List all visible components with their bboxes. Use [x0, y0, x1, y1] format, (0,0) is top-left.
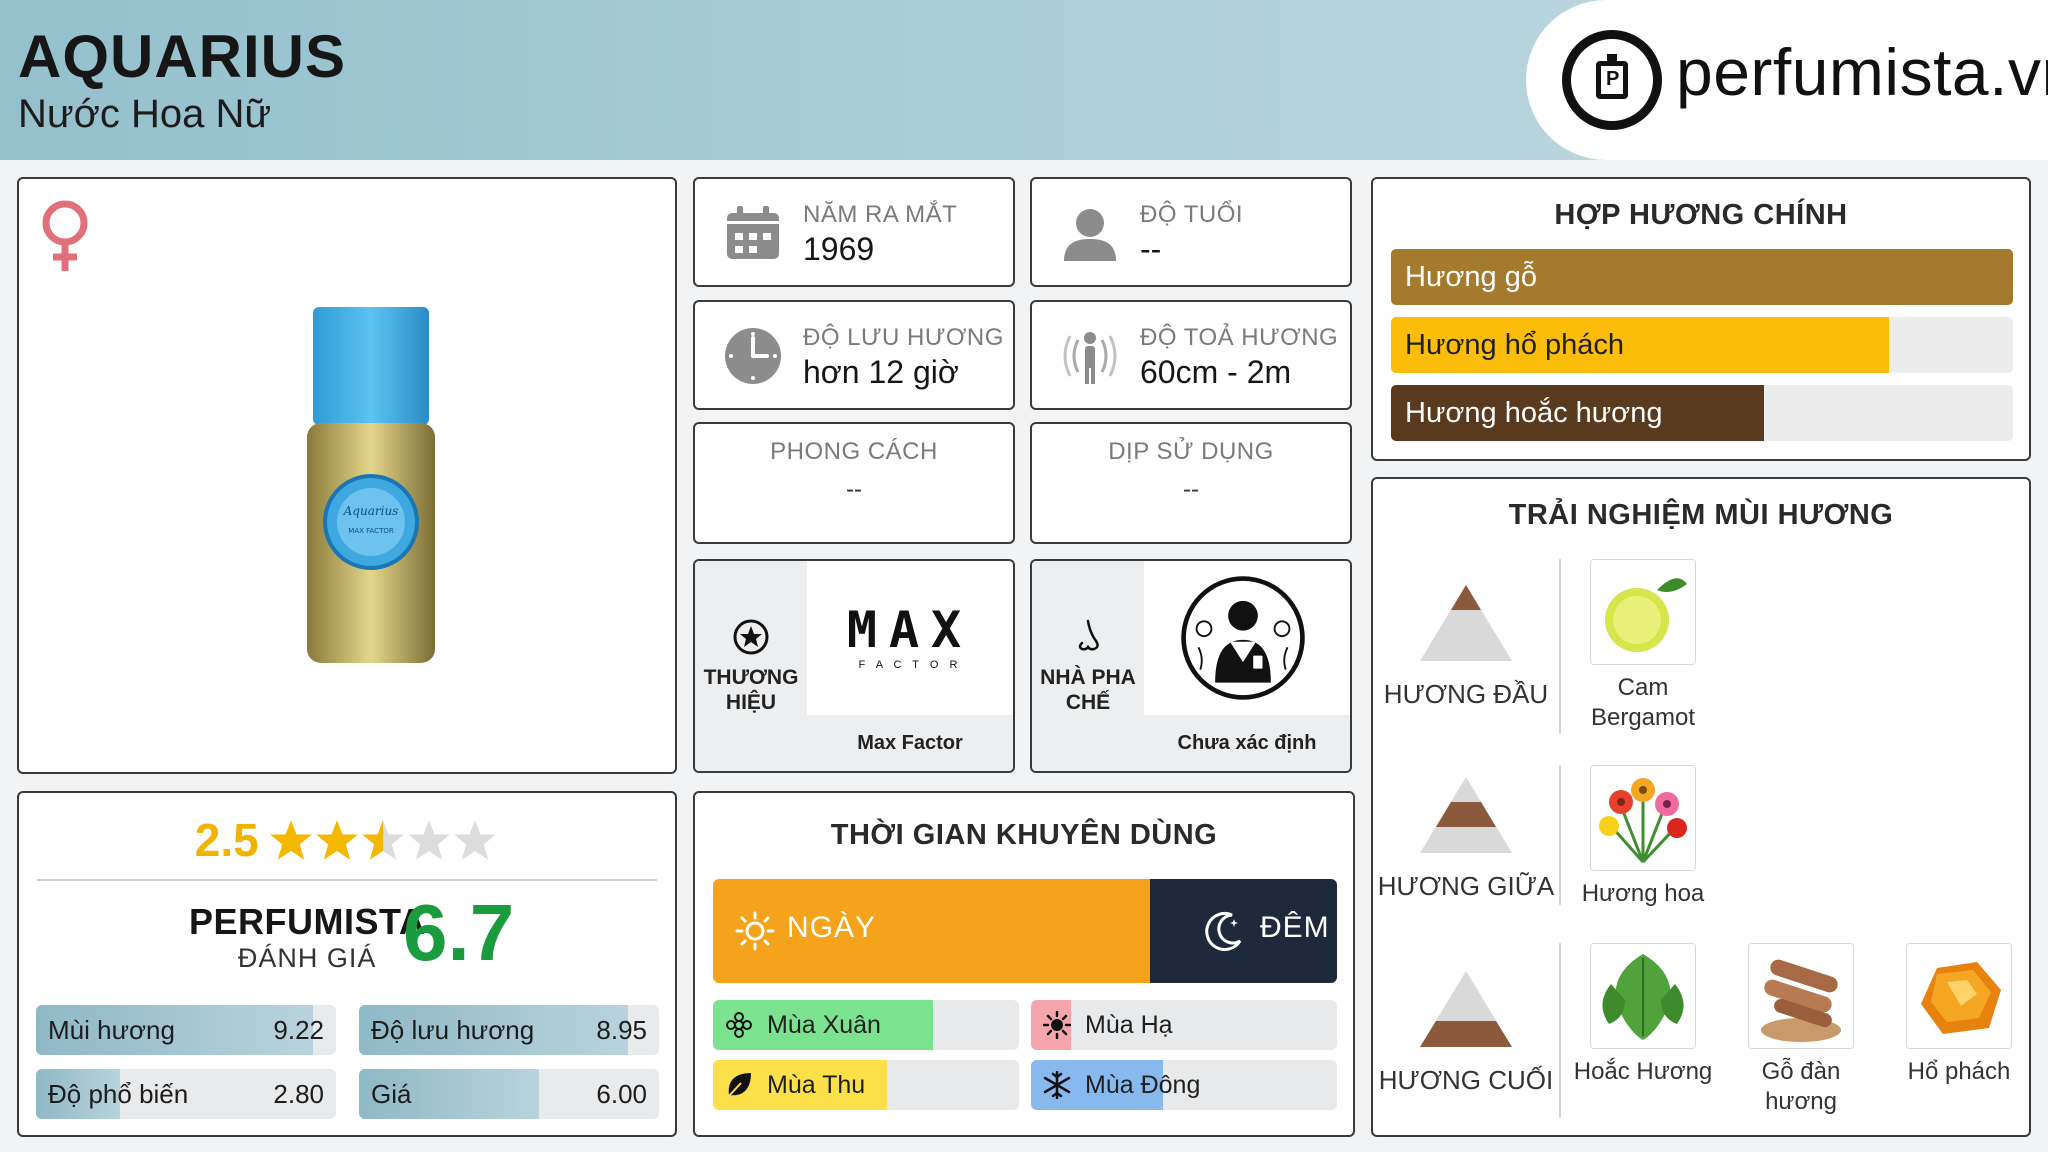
rating-panel: 2.5 PERFUMISTA ĐÁNH GIÁ 6.7 Mùi hương 9.… [17, 791, 677, 1137]
scent-notes-title: TRẢI NGHIỆM MÙI HƯƠNG [1508, 499, 1894, 531]
patchouli-leaf-icon [1591, 944, 1695, 1048]
longevity-card: ĐỘ LƯU HƯƠNG hơn 12 giờ [693, 300, 1015, 410]
accord-bar: Hương gỗ [1391, 249, 2013, 305]
metric-longevity: Độ lưu hương 8.95 [359, 1005, 659, 1055]
star-rating: 2.5 [19, 813, 675, 867]
site-logo[interactable]: perfumista.vn [1526, 0, 2048, 160]
female-symbol-icon [42, 200, 88, 271]
svg-text:Aquarius: Aquarius [343, 504, 399, 518]
note-item[interactable]: Hổ phách [1889, 943, 2029, 1087]
top-notes-label: HƯƠNG ĐẦU [1383, 679, 1549, 709]
snowflake-icon [1043, 1071, 1071, 1099]
note-item[interactable]: Gỗ đàn hương [1731, 943, 1871, 1117]
logo-text: perfumista.vn [1676, 35, 2048, 109]
logo-bottle-icon [1562, 30, 1662, 130]
sun-icon [1043, 1011, 1071, 1039]
age-card: ĐỘ TUỔI -- [1030, 177, 1352, 287]
page-subtitle: Nước Hoa Nữ [18, 92, 272, 136]
bergamot-icon [1591, 560, 1695, 664]
perfumista-score-label: PERFUMISTA ĐÁNH GIÁ [189, 901, 425, 974]
tier-divider [1559, 765, 1561, 905]
pyramid-base-icon [1420, 971, 1512, 1047]
flowers-icon [1591, 766, 1695, 870]
style-card: PHONG CÁCH -- [693, 422, 1015, 544]
longevity-value: hơn 12 giờ [803, 354, 959, 390]
day-night-bar: NGÀY ĐÊM [713, 879, 1337, 983]
season-spring: Mùa Xuân [713, 1000, 1019, 1050]
season-winter: Mùa Đông [1031, 1060, 1337, 1110]
person-icon [1064, 209, 1116, 261]
rating-divider [37, 879, 657, 881]
header: AQUARIUS Nước Hoa Nữ perfumista.vn [0, 0, 2048, 160]
brand-card[interactable]: THƯƠNG HIỆU MAX F A C T O R Max Factor [693, 559, 1015, 773]
stars-row [269, 818, 499, 862]
accord-bar: Hương hoắc hương [1391, 385, 2013, 441]
metric-price: Giá 6.00 [359, 1069, 659, 1119]
star-icon [316, 820, 359, 860]
brand-side: THƯƠNG HIỆU [695, 561, 807, 771]
main-accords-panel: HỢP HƯƠNG CHÍNH Hương gỗ Hương hổ phách … [1371, 177, 2031, 461]
pyramid-top-icon [1420, 585, 1512, 661]
star-icon [270, 820, 313, 860]
brand-name: Max Factor [807, 715, 1013, 771]
accord-bar: Hương hổ phách [1391, 317, 2013, 373]
amber-icon [1907, 944, 2011, 1048]
perfumer-card[interactable]: NHÀ PHA CHẾ Chưa xác định [1030, 559, 1352, 773]
score-brand-label: PERFUMISTA [189, 901, 426, 942]
day-label: NGÀY [787, 911, 877, 944]
star-icon [362, 820, 405, 860]
tier-divider [1559, 943, 1561, 1118]
perfume-bottle-icon: Aquarius MAX FACTOR [307, 307, 435, 663]
tier-divider [1559, 559, 1561, 734]
pyramid-middle-icon [1420, 777, 1512, 853]
sun-icon [735, 911, 775, 951]
base-notes-label: HƯƠNG CUỐI [1378, 1065, 1554, 1095]
rating-value: 2.5 [194, 814, 259, 866]
age-value: -- [1140, 231, 1162, 267]
season-autumn: Mùa Thu [713, 1060, 1019, 1110]
occasion-card: DỊP SỬ DỤNG -- [1030, 422, 1352, 544]
leaf-icon [727, 1073, 751, 1098]
night-segment: ĐÊM [1150, 879, 1337, 983]
svg-text:MAX FACTOR: MAX FACTOR [348, 527, 394, 535]
moon-icon [1205, 911, 1242, 951]
night-label: ĐÊM [1260, 911, 1330, 944]
perfumer-portrait [1144, 561, 1350, 713]
middle-notes-label: HƯƠNG GIỮA [1377, 871, 1555, 901]
flower-icon [726, 1012, 752, 1038]
perfumer-name: Chưa xác định [1144, 715, 1350, 771]
brand-logo: MAX F A C T O R [807, 561, 1013, 713]
main-accords-title: HỢP HƯƠNG CHÍNH [1554, 199, 1848, 231]
style-value: -- [846, 476, 862, 503]
recommended-time-title: THỜI GIAN KHUYÊN DÙNG [830, 819, 1218, 851]
star-badge-icon [733, 619, 769, 655]
diffusion-icon [1063, 332, 1117, 384]
sillage-card: ĐỘ TOẢ HƯƠNG 60cm - 2m [1030, 300, 1352, 410]
nose-icon [1078, 619, 1099, 651]
note-item[interactable]: Cam Bergamot [1573, 559, 1713, 733]
sillage-value: 60cm - 2m [1140, 354, 1292, 390]
clock-icon [725, 328, 781, 384]
scent-notes-panel: TRẢI NGHIỆM MÙI HƯƠNG HƯƠNG ĐẦU Cam Berga… [1371, 477, 2031, 1137]
recommended-time-panel: THỜI GIAN KHUYÊN DÙNG NGÀY ĐÊM Mùa Xuân … [693, 791, 1355, 1137]
launch-year-card: NĂM RA MẮT 1969 [693, 177, 1015, 287]
score-sublabel: ĐÁNH GIÁ [237, 943, 377, 973]
star-icon [454, 820, 497, 860]
page-title: AQUARIUS [18, 23, 347, 90]
note-item[interactable]: Hương hoa [1573, 765, 1713, 909]
perfumer-side: NHÀ PHA CHẾ [1032, 561, 1144, 771]
calendar-icon [727, 206, 779, 259]
note-item[interactable]: Hoắc Hương [1573, 943, 1713, 1087]
metric-scent: Mùi hương 9.22 [36, 1005, 336, 1055]
launch-year-value: 1969 [803, 231, 875, 267]
perfumista-score: 6.7 [403, 888, 515, 977]
perfumer-portrait-icon [1181, 576, 1305, 700]
occasion-value: -- [1183, 476, 1199, 503]
sandalwood-icon [1749, 944, 1853, 1048]
day-segment: NGÀY [713, 879, 1150, 983]
season-summer: Mùa Hạ [1031, 1000, 1337, 1050]
product-image-panel: Aquarius MAX FACTOR [17, 177, 677, 774]
star-icon [408, 820, 451, 860]
metric-popularity: Độ phổ biến 2.80 [36, 1069, 336, 1119]
